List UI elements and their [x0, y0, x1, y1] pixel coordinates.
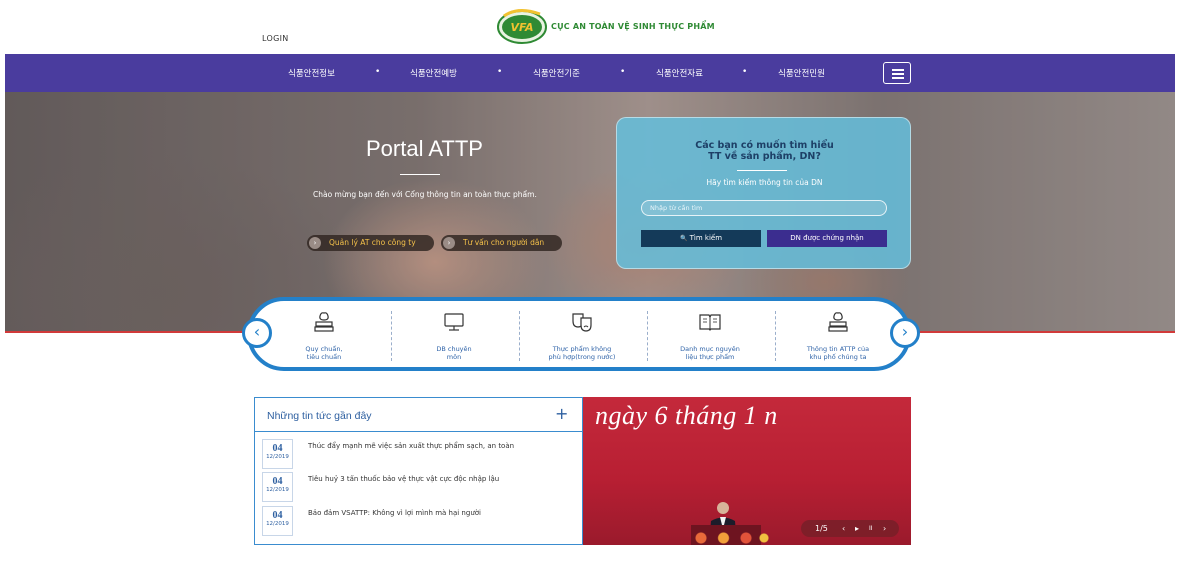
category-label: DB chuyên môn [436, 345, 472, 361]
chevron-right-icon: › [443, 237, 455, 249]
next-slide-icon[interactable]: › [883, 520, 886, 537]
news-item[interactable]: 04 12/2019 Tiêu huỷ 3 tấn thuốc bảo vệ th… [262, 472, 577, 503]
hero-section: Portal ATTP Chào mừng bạn đến với Cổng t… [5, 92, 1175, 332]
nav-item-food-safety-data[interactable]: 식품안전자료 [656, 67, 703, 79]
plus-icon[interactable]: + [555, 404, 568, 423]
nav-item-food-safety-standards[interactable]: 식품안전기준 [533, 67, 580, 79]
category-divider [647, 311, 648, 361]
banner-text: ngày 6 tháng 1 n [595, 401, 778, 430]
chevron-right-icon: › [309, 237, 321, 249]
category-nonconforming-food[interactable]: Thực phẩm không phù hợp(trong nước) [527, 309, 637, 365]
category-standards[interactable]: Quy chuẩn, tiêu chuẩn [269, 309, 379, 365]
carousel-next-button[interactable]: › [890, 318, 920, 348]
carousel-prev-button[interactable]: ‹ [242, 318, 272, 348]
category-specialist-db[interactable]: DB chuyên môn [399, 309, 509, 365]
news-item[interactable]: 04 12/2019 Thúc đẩy mạnh mẽ việc sản xuất… [262, 439, 577, 470]
hamburger-icon[interactable] [883, 62, 911, 84]
search-panel-divider [737, 170, 787, 171]
category-label: Danh mục nguyên liệu thực phẩm [680, 345, 740, 361]
category-divider [775, 311, 776, 361]
company-safety-button[interactable]: › Quản lý AT cho công ty [307, 235, 434, 251]
category-label: Thực phẩm không phù hợp(trong nước) [548, 345, 616, 361]
citizen-advice-label: Tư vấn cho người dân [463, 238, 545, 247]
search-title-line2: TT về sản phẩm, DN? [708, 151, 821, 162]
nav-item-food-safety-prevention[interactable]: 식품안전예방 [410, 67, 457, 79]
news-date: 04 12/2019 [262, 472, 293, 502]
search-icon: 🔍 [679, 235, 688, 242]
category-divider [391, 311, 392, 361]
company-safety-label: Quản lý AT cho công ty [329, 238, 416, 247]
category-neighborhood-info[interactable]: Thông tin ATTP của khu phố chúng ta [783, 309, 893, 365]
news-title: Những tin tức gần đây [267, 410, 372, 422]
hero-divider [400, 174, 440, 175]
search-button-label: Tìm kiếm [689, 234, 723, 242]
hero-background [5, 92, 1175, 332]
slide-counter: 1/5 [815, 524, 828, 533]
brand-name: CỤC AN TOÀN VỆ SINH THỰC PHẨM [551, 22, 715, 31]
nav-separator: • [375, 67, 381, 77]
nav-item-food-safety-info[interactable]: 식품안전정보 [288, 67, 335, 79]
flowers [683, 531, 773, 545]
news-date: 04 12/2019 [262, 506, 293, 536]
hero-subtitle: Chào mừng bạn đến với Cổng thông tin an … [313, 190, 537, 199]
category-food-ingredients[interactable]: Danh mục nguyên liệu thực phẩm [655, 309, 765, 365]
logo-text: VFA [510, 21, 533, 34]
hero-title: Portal ATTP [366, 136, 483, 161]
citizen-advice-button[interactable]: › Tư vấn cho người dân [441, 235, 562, 251]
news-item[interactable]: 04 12/2019 Bảo đảm VSATTP: Không vì lợi m… [262, 506, 577, 537]
nav-separator: • [497, 67, 503, 77]
news-divider [255, 431, 582, 432]
search-input[interactable] [641, 200, 887, 216]
news-headline[interactable]: Thúc đẩy mạnh mẽ việc sản xuất thực phẩm… [308, 442, 514, 450]
books-apple-icon [828, 312, 848, 332]
search-title-line1: Các bạn có muốn tìm hiểu [695, 140, 834, 151]
vfa-logo[interactable]: VFA [496, 6, 548, 46]
banner-slideshow[interactable]: ngày 6 tháng 1 n 1/5 ‹ ▸ II › [583, 397, 911, 545]
nav-separator: • [620, 67, 626, 77]
top-header: LOGIN VFA CỤC AN TOÀN VỆ SINH THỰC PHẨM [0, 0, 1180, 54]
search-hint: Hãy tìm kiếm thông tin của DN [706, 178, 823, 187]
category-label: Thông tin ATTP của khu phố chúng ta [806, 345, 870, 361]
nav-separator: • [742, 67, 748, 77]
pause-icon[interactable]: II [869, 520, 873, 537]
category-label: Quy chuẩn, tiêu chuẩn [305, 345, 343, 361]
recent-news-panel: Những tin tức gần đây + 04 12/2019 Thúc đ… [254, 397, 583, 545]
news-headline[interactable]: Tiêu huỷ 3 tấn thuốc bảo vệ thực vật cực… [308, 475, 499, 483]
books-apple-icon [314, 312, 334, 332]
category-divider [519, 311, 520, 361]
main-nav: 식품안전정보 • 식품안전예방 • 식품안전기준 • 식품안전자료 • 식품안전… [5, 54, 1175, 92]
open-book-icon [699, 314, 721, 331]
theater-masks-icon [572, 313, 592, 332]
nav-item-food-safety-complaints[interactable]: 식품안전민원 [778, 67, 825, 79]
login-link[interactable]: LOGIN [262, 34, 289, 43]
play-icon[interactable]: ▸ [855, 520, 859, 537]
news-headline[interactable]: Bảo đảm VSATTP: Không vì lợi mình mà hại… [308, 509, 481, 517]
search-button[interactable]: 🔍 Tìm kiếm [641, 230, 761, 247]
monitor-icon [444, 313, 464, 331]
category-carousel: Quy chuẩn, tiêu chuẩn DB chuyên môn Thực p… [247, 297, 911, 371]
business-search-panel: Các bạn có muốn tìm hiểu TT về sản phẩm,… [616, 117, 911, 269]
prev-slide-icon[interactable]: ‹ [842, 520, 845, 537]
news-date: 04 12/2019 [262, 439, 293, 469]
search-panel-title: Các bạn có muốn tìm hiểu TT về sản phẩm,… [617, 140, 912, 162]
slideshow-controls: 1/5 ‹ ▸ II › [801, 520, 899, 537]
certified-business-button[interactable]: DN được chứng nhận [767, 230, 887, 247]
